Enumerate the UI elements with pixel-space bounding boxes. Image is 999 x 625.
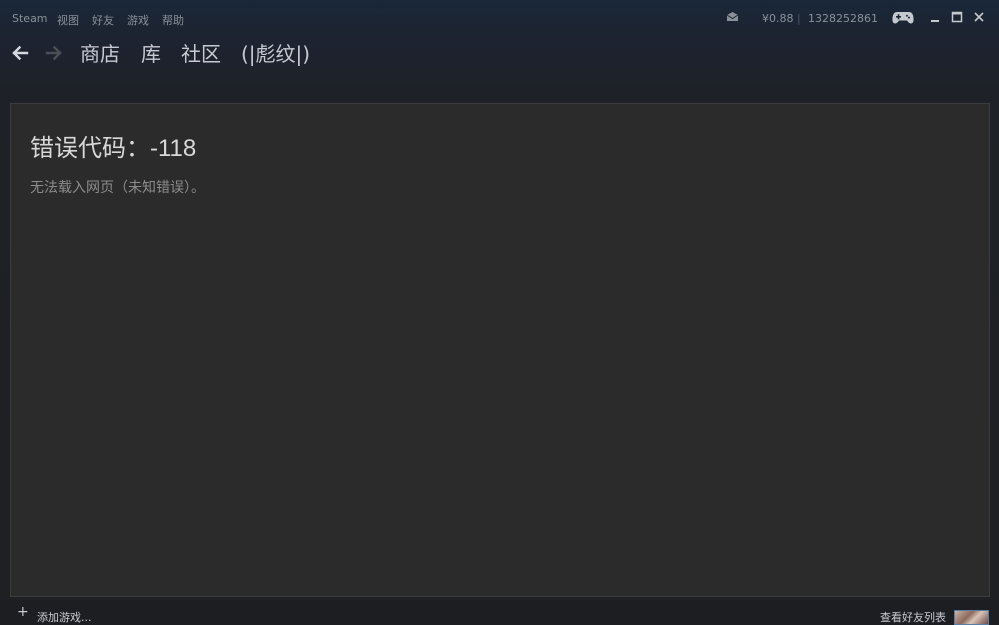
- menu-bar: Steam 视图 好友 游戏 帮助 ¥0.88 | 1328252861: [0, 0, 999, 36]
- wallet-balance[interactable]: ¥0.88: [762, 12, 794, 25]
- add-game-button[interactable]: 添加游戏...: [37, 609, 92, 625]
- menu-view[interactable]: 视图: [57, 12, 79, 28]
- account-name[interactable]: 1328252861: [808, 12, 878, 25]
- menu-games[interactable]: 游戏: [127, 12, 149, 28]
- content-panel: 错误代码：-118 无法载入网页（未知错误）。: [10, 103, 990, 597]
- menu-steam[interactable]: Steam: [12, 12, 48, 25]
- nav-library[interactable]: 库: [141, 42, 161, 66]
- error-title: 错误代码：-118: [30, 135, 197, 162]
- avatar[interactable]: [954, 610, 989, 625]
- add-game-plus-icon[interactable]: +: [17, 605, 29, 619]
- back-arrow-icon[interactable]: [11, 44, 29, 62]
- menu-help[interactable]: 帮助: [162, 12, 184, 28]
- close-icon[interactable]: [972, 10, 986, 24]
- envelope-icon[interactable]: [726, 11, 739, 22]
- forward-arrow-icon[interactable]: [45, 44, 63, 62]
- menu-friends[interactable]: 好友: [92, 12, 114, 28]
- view-friends-list-button[interactable]: 查看好友列表: [880, 609, 946, 625]
- nav-profile[interactable]: (|彪纹|): [241, 42, 310, 66]
- menu-separator: |: [797, 12, 801, 25]
- nav-community[interactable]: 社区: [181, 42, 221, 66]
- minimize-icon[interactable]: [928, 10, 942, 24]
- nav-store[interactable]: 商店: [80, 42, 120, 66]
- bottom-bar: + 添加游戏... 查看好友列表: [0, 600, 999, 625]
- steam-window: Steam 视图 好友 游戏 帮助 ¥0.88 | 1328252861 商店 …: [0, 0, 999, 625]
- error-message: 无法载入网页（未知错误）。: [30, 180, 205, 196]
- gamepad-icon[interactable]: [892, 10, 914, 25]
- maximize-icon[interactable]: [950, 10, 964, 24]
